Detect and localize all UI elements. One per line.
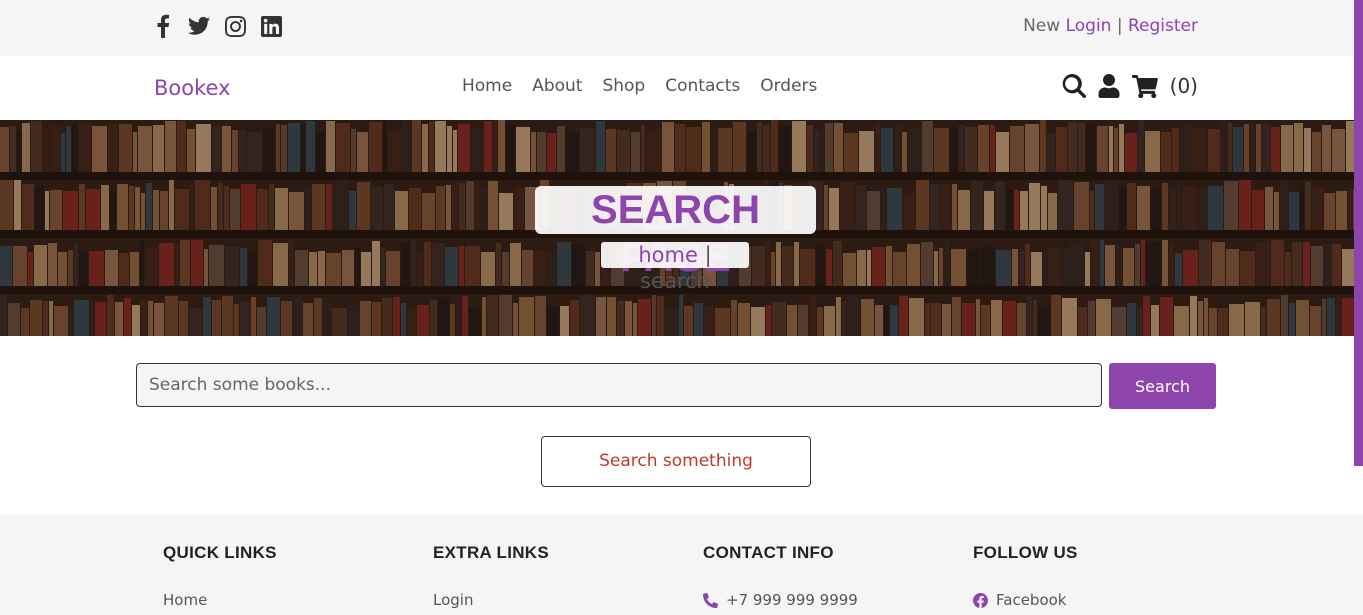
footer-quick-links: QUICK LINKS Home <box>163 543 277 609</box>
account-separator: | <box>1116 16 1123 36</box>
footer: QUICK LINKS Home EXTRA LINKS Login CONTA… <box>0 515 1363 615</box>
login-link[interactable]: Login <box>1066 16 1112 36</box>
empty-search-message: Search something <box>541 436 811 487</box>
nav-links: Home About Shop Contacts Orders <box>462 76 817 96</box>
nav-link-home[interactable]: Home <box>462 76 512 96</box>
search-icon[interactable] <box>1062 74 1086 98</box>
breadcrumb-separator: | <box>704 243 712 267</box>
facebook-icon[interactable] <box>152 14 174 38</box>
account-prefix: New <box>1023 16 1061 36</box>
social-links <box>152 14 282 38</box>
site-logo[interactable]: Bookex <box>154 76 231 100</box>
cart-icon[interactable] <box>1131 74 1158 98</box>
breadcrumb-current: search <box>640 269 710 293</box>
search-button[interactable]: Search <box>1109 363 1216 409</box>
account-links: New Login | Register <box>1023 16 1198 36</box>
nav-link-about[interactable]: About <box>532 76 582 96</box>
twitter-icon[interactable] <box>188 14 210 38</box>
footer-column-title: QUICK LINKS <box>163 543 277 562</box>
footer-link-home[interactable]: Home <box>163 591 277 609</box>
footer-column-title: CONTACT INFO <box>703 543 834 562</box>
hero-banner: SEARCH PAGE home | search <box>0 120 1354 336</box>
nav-link-shop[interactable]: Shop <box>602 76 645 96</box>
cart-count[interactable]: (0) <box>1170 74 1198 98</box>
footer-column-title: EXTRA LINKS <box>433 543 550 562</box>
footer-contact-info: CONTACT INFO +7 999 999 9999 <box>703 543 858 609</box>
linkedin-icon[interactable] <box>260 14 282 38</box>
nav-icons: (0) <box>1062 74 1198 98</box>
register-link[interactable]: Register <box>1128 16 1198 36</box>
phone-icon <box>703 592 718 608</box>
footer-link-login[interactable]: Login <box>433 591 549 609</box>
instagram-icon[interactable] <box>224 14 246 38</box>
breadcrumb-home[interactable]: home <box>638 243 698 267</box>
page-title: SEARCH PAGE <box>535 186 816 280</box>
footer-facebook-link[interactable]: Facebook <box>973 591 1078 609</box>
nav-link-orders[interactable]: Orders <box>760 76 817 96</box>
footer-column-title: FOLLOW US <box>973 543 1078 562</box>
breadcrumb: home | search <box>601 242 749 293</box>
footer-phone[interactable]: +7 999 999 9999 <box>703 591 858 609</box>
user-icon[interactable] <box>1098 74 1120 98</box>
top-bar: New Login | Register <box>0 0 1363 56</box>
facebook-icon <box>973 592 988 608</box>
scrollbar-thumb[interactable] <box>1354 0 1363 466</box>
main-navbar: Bookex Home About Shop Contacts Orders (… <box>0 56 1363 120</box>
nav-link-contacts[interactable]: Contacts <box>665 76 740 96</box>
search-input[interactable] <box>136 363 1102 407</box>
footer-extra-links: EXTRA LINKS Login <box>433 543 549 609</box>
footer-follow-us: FOLLOW US Facebook <box>973 543 1078 609</box>
